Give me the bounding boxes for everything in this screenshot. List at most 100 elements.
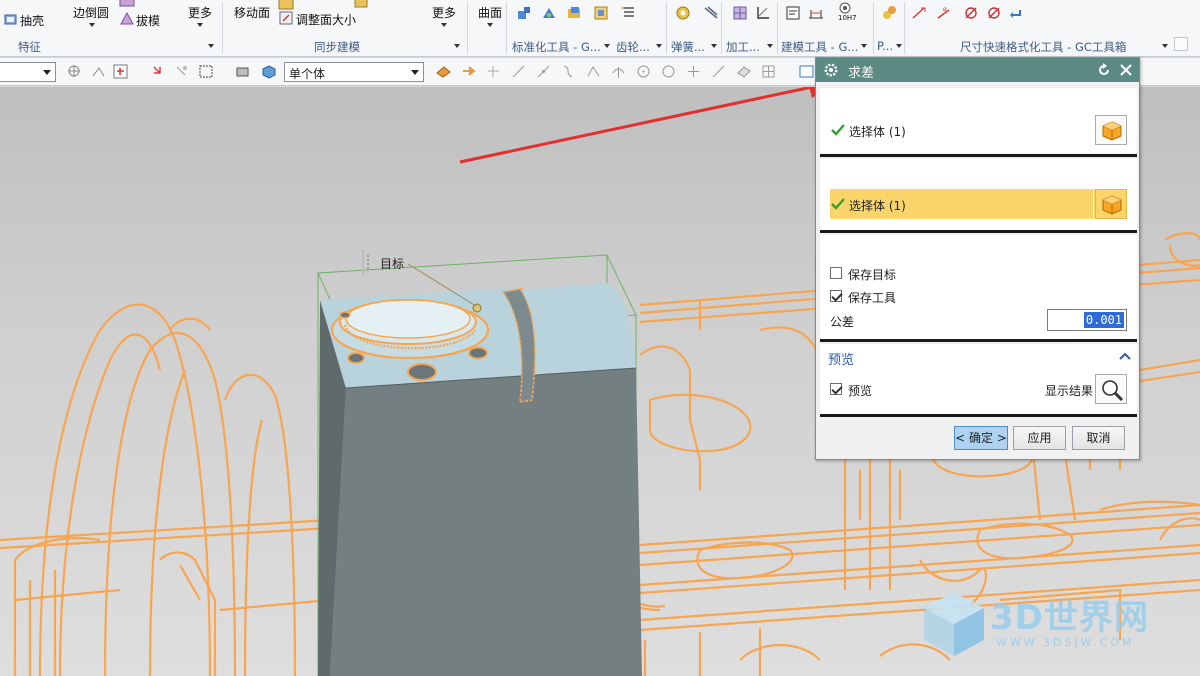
std-list-icon[interactable] [620, 4, 638, 22]
select-plus-icon[interactable] [112, 63, 129, 80]
offset-region-icon[interactable] [352, 0, 370, 10]
view-fit-icon[interactable] [798, 63, 815, 80]
keep-target-checkbox[interactable] [830, 267, 842, 279]
group-label-feature: 特征 [18, 40, 41, 54]
deselect-icon[interactable] [173, 63, 190, 80]
dim-format-icon-2[interactable]: ø [935, 4, 953, 22]
target-solid-body[interactable] [318, 283, 642, 676]
gear-icon[interactable] [823, 62, 839, 78]
subtract-dialog[interactable]: 求差 选择体 (1) 选择体 (1) 保存目标 保存工具 公差 0.001 预览… [815, 57, 1140, 460]
target-label-tag[interactable]: 目标 [362, 249, 404, 275]
group-dim-dropdown[interactable] [1162, 44, 1168, 48]
dim-format-icon-1[interactable] [910, 4, 928, 22]
bounded-grid-icon[interactable] [760, 63, 777, 80]
tolerance-input[interactable]: 0.001 [1047, 309, 1127, 331]
machining-icon[interactable] [731, 4, 749, 22]
edge-blend-dropdown[interactable] [89, 23, 95, 27]
control-point-icon[interactable] [560, 63, 577, 80]
section-divider [820, 154, 1137, 157]
preview-header[interactable]: 预览 [828, 349, 854, 368]
arc-center-icon[interactable] [610, 63, 627, 80]
std-part-icon[interactable] [515, 4, 533, 22]
draft-button[interactable]: 拔模 [136, 12, 160, 29]
group-modeling-dropdown[interactable] [861, 44, 867, 48]
diameter-remove-icon[interactable] [985, 4, 1003, 22]
tool-select-body-button[interactable] [1095, 189, 1127, 219]
type-filter-combo[interactable] [0, 62, 56, 82]
reset-icon[interactable] [1097, 63, 1111, 77]
apply-button[interactable]: 应用 [1013, 426, 1066, 450]
p-tool-icon[interactable] [880, 4, 898, 22]
arrow-right-icon[interactable] [460, 63, 477, 80]
point-icon[interactable] [685, 63, 702, 80]
circle-icon[interactable] [635, 63, 652, 80]
quadrant-icon[interactable] [660, 63, 677, 80]
group-sync-dropdown[interactable] [454, 44, 460, 48]
keep-tool-checkbox[interactable] [830, 290, 842, 302]
modeling-measure-icon[interactable] [807, 4, 825, 22]
target-section [820, 88, 1137, 153]
shell-button[interactable]: 抽壳 [20, 12, 44, 29]
endpoint-icon[interactable] [510, 63, 527, 80]
undo-arrow-icon[interactable] [1008, 4, 1026, 22]
edge-blend-button[interactable]: 边倒圆 [73, 4, 109, 21]
face-rule-icon[interactable] [435, 63, 452, 80]
snap-icon[interactable] [90, 63, 107, 80]
group-gear-dropdown[interactable] [656, 44, 662, 48]
machining-axis-icon[interactable] [754, 4, 772, 22]
modeling-text-icon[interactable] [784, 4, 802, 22]
preview-label: 预览 [848, 384, 873, 398]
midpoint-icon[interactable] [535, 63, 552, 80]
on-curve-icon[interactable] [710, 63, 727, 80]
target-select-body[interactable]: 选择体 (1) [849, 123, 906, 140]
group-p-dropdown[interactable] [896, 44, 902, 48]
group-label-machining: 加工... [726, 40, 760, 54]
ribbon: 抽壳 边倒圆 拔模 更多 特征 移动面 调整面大小 更多 同步建模 曲面 标准化… [0, 0, 1200, 57]
preview-checkbox[interactable] [830, 383, 842, 395]
surface-button[interactable]: 曲面 [478, 4, 502, 21]
shell-icon[interactable] [2, 10, 20, 28]
intersection-icon[interactable] [585, 63, 602, 80]
draft-icon[interactable] [118, 10, 136, 28]
resize-face-icon[interactable] [277, 9, 295, 27]
group-machining-dropdown[interactable] [767, 44, 773, 48]
move-face-button[interactable]: 移动面 [234, 4, 270, 21]
separator [666, 2, 667, 54]
drag-grip-icon[interactable] [366, 254, 370, 271]
chevron-up-icon[interactable] [1119, 351, 1131, 361]
spring-icon[interactable] [674, 4, 692, 22]
group-spring-dropdown[interactable] [711, 44, 717, 48]
spring-tool-icon[interactable] [702, 4, 720, 22]
group-feature-dropdown[interactable] [208, 44, 214, 48]
std-tool-icon[interactable] [540, 4, 558, 22]
ribbon-minimize-button[interactable] [1174, 37, 1188, 51]
group-std-dropdown[interactable] [604, 44, 610, 48]
close-icon[interactable] [1119, 63, 1133, 77]
std-library-icon[interactable] [592, 4, 610, 22]
resize-face-button[interactable]: 调整面大小 [296, 11, 356, 28]
lasso-icon[interactable] [150, 63, 167, 80]
on-face-icon[interactable] [735, 63, 752, 80]
more-sync-dropdown[interactable] [441, 23, 447, 27]
std-move-icon[interactable] [565, 4, 583, 22]
view-icon[interactable] [234, 63, 251, 80]
group-label-gear: 齿轮... [616, 40, 650, 54]
rectangle-select-icon[interactable] [198, 63, 215, 80]
cancel-button[interactable]: 取消 [1072, 426, 1125, 450]
snap-grid-icon[interactable] [485, 63, 502, 80]
tool-select-body[interactable]: 选择体 (1) [849, 197, 906, 214]
more-feature-button[interactable]: 更多 [188, 4, 212, 21]
diameter-icon[interactable] [962, 4, 980, 22]
more-sync-button[interactable]: 更多 [432, 4, 456, 21]
target-select-body-button[interactable] [1095, 115, 1127, 145]
ok-button[interactable]: < 确定 > [954, 426, 1008, 450]
dialog-title-bar[interactable]: 求差 [816, 58, 1139, 82]
more-feature-dropdown[interactable] [197, 23, 203, 27]
selection-scope-combo[interactable]: 单个体 [284, 62, 424, 82]
keep-tool-label: 保存工具 [848, 291, 897, 305]
filter-icon[interactable] [66, 63, 83, 80]
surface-dropdown[interactable] [487, 23, 493, 27]
show-result-button[interactable] [1095, 374, 1127, 404]
group-label-p: P... [877, 39, 894, 53]
body-select-icon[interactable] [260, 63, 277, 80]
